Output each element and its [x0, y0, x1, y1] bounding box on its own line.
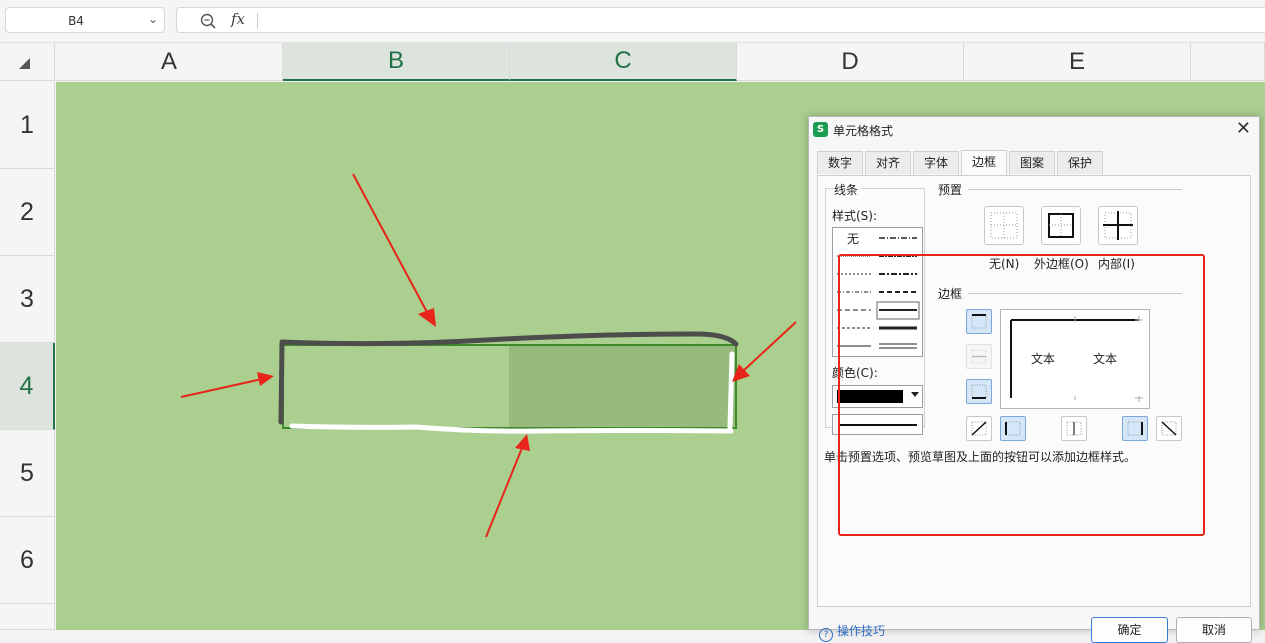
tab-pattern[interactable]: 图案 [1009, 151, 1055, 174]
help-icon: ? [819, 628, 833, 642]
select-all-corner[interactable] [0, 43, 55, 81]
arrow-left [180, 378, 263, 398]
arrow-bottom [485, 447, 523, 538]
drawn-right-border [727, 351, 735, 431]
column-label: A [160, 47, 177, 75]
tab-number[interactable]: 数字 [817, 151, 863, 174]
arrow-right [741, 321, 797, 373]
row-label: 3 [20, 284, 34, 313]
drawn-left-border [278, 341, 285, 425]
border-tab-panel: 线条 样式(S): 无 颜色(C): 预置 无(N) 外边框(O) 内部(I) … [817, 175, 1251, 607]
drawn-top-border [279, 331, 739, 347]
preset-none-button[interactable] [984, 206, 1024, 245]
preset-group-label: 预置 [938, 181, 966, 198]
tips-link-text: 操作技巧 [837, 624, 886, 638]
zoom-icon[interactable] [199, 12, 217, 30]
column-header-e[interactable]: E [964, 43, 1191, 81]
fx-icon[interactable]: fx [231, 10, 245, 28]
dialog-title: 单元格格式 [833, 124, 894, 138]
tab-protection[interactable]: 保护 [1057, 151, 1103, 174]
chevron-down-icon[interactable]: ⌄ [148, 12, 158, 26]
row-header-6[interactable]: 6 [0, 517, 55, 604]
tips-link[interactable]: ? 操作技巧 [819, 622, 885, 642]
highlight-box [838, 254, 1205, 536]
line-group-label: 线条 [834, 181, 862, 198]
column-label: B [387, 47, 404, 74]
preset-outline-button[interactable] [1041, 206, 1081, 245]
arrow-top [352, 173, 429, 315]
select-all-icon [19, 58, 30, 69]
name-box-value: B4 [68, 14, 84, 28]
ok-button[interactable]: 确定 [1091, 617, 1168, 643]
name-box[interactable]: B4 ⌄ [5, 7, 165, 33]
column-label: C [614, 47, 632, 74]
formula-bar: B4 ⌄ fx [0, 0, 1265, 43]
column-header-a[interactable]: A [56, 43, 283, 81]
dialog-titlebar[interactable]: S 单元格格式 ✕ [809, 117, 1259, 143]
column-header-d[interactable]: D [737, 43, 964, 81]
border-inside-icon [1103, 211, 1133, 240]
wps-logo-icon: S [813, 122, 828, 137]
row-header-7[interactable] [0, 604, 55, 630]
row-header-5[interactable]: 5 [0, 430, 55, 517]
row-label: 2 [20, 197, 34, 226]
tab-border[interactable]: 边框 [961, 150, 1007, 175]
border-outline-icon [1048, 213, 1074, 238]
style-label: 样式(S): [832, 207, 881, 224]
row-header-3[interactable]: 3 [0, 256, 55, 343]
preset-inside-button[interactable] [1098, 206, 1138, 245]
formula-separator [257, 13, 258, 29]
row-header-2[interactable]: 2 [0, 169, 55, 256]
preset-divider [968, 189, 1182, 190]
formula-input[interactable]: fx [176, 7, 1265, 33]
arrow-left-head [257, 372, 274, 386]
row-label: 6 [20, 545, 34, 574]
column-header-c[interactable]: C [510, 43, 737, 81]
column-header-f[interactable] [1191, 43, 1265, 81]
border-none-icon [990, 212, 1018, 239]
column-header-b[interactable]: B [283, 43, 510, 81]
cancel-button[interactable]: 取消 [1176, 617, 1252, 643]
arrow-top-head [418, 308, 436, 327]
column-label: E [1068, 47, 1085, 75]
row-header-1[interactable]: 1 [0, 82, 55, 169]
arrow-bottom-head [515, 434, 530, 451]
format-cells-dialog: S 单元格格式 ✕ 数字 对齐 字体 边框 图案 保护 线条 样式(S): 无 [808, 116, 1260, 643]
column-label: D [841, 47, 859, 75]
tab-font[interactable]: 字体 [913, 151, 959, 174]
row-label: 1 [20, 110, 34, 139]
row-label: 5 [20, 458, 34, 487]
drawn-bottom-border [289, 423, 734, 434]
close-icon[interactable]: ✕ [1236, 118, 1251, 139]
row-header-4[interactable]: 4 [0, 343, 55, 430]
tab-alignment[interactable]: 对齐 [865, 151, 911, 174]
row-label: 4 [19, 371, 34, 400]
annotation-arrows [180, 173, 797, 538]
